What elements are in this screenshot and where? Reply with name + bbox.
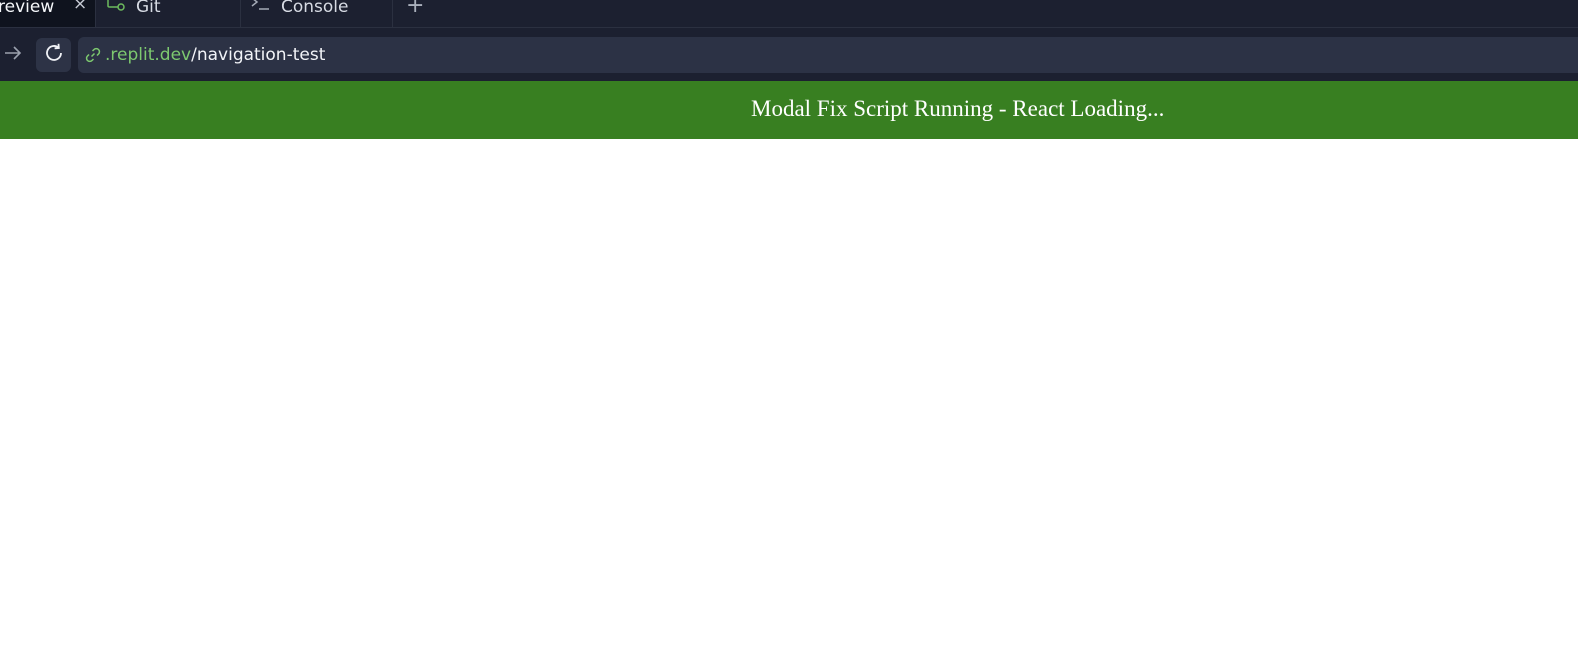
terminal-icon — [251, 0, 273, 17]
reload-button[interactable] — [36, 38, 71, 72]
tab-label: Console — [281, 0, 349, 17]
status-banner: Modal Fix Script Running - React Loading… — [0, 81, 1578, 139]
reload-icon — [43, 42, 65, 68]
link-icon — [84, 46, 102, 64]
tab-console[interactable]: Console — [241, 0, 393, 27]
tab-label: Git — [136, 0, 161, 17]
forward-arrow-icon[interactable] — [2, 42, 24, 64]
close-icon[interactable]: × — [73, 0, 87, 14]
tab-bar: review × Git Console + — [0, 0, 1578, 28]
page-content — [0, 139, 1578, 658]
url-domain: .replit.dev — [105, 45, 192, 65]
git-branch-icon — [106, 0, 128, 17]
tab-git[interactable]: Git — [96, 0, 241, 27]
banner-text: Modal Fix Script Running - React Loading… — [751, 96, 1165, 121]
url-path: /navigation-test — [191, 45, 326, 65]
tab-preview[interactable]: review × — [0, 0, 96, 27]
url-field[interactable]: .replit.dev /navigation-test — [78, 37, 1578, 73]
tab-label: review — [0, 0, 55, 17]
address-bar: .replit.dev /navigation-test — [0, 28, 1578, 81]
new-tab-button[interactable]: + — [406, 0, 424, 18]
